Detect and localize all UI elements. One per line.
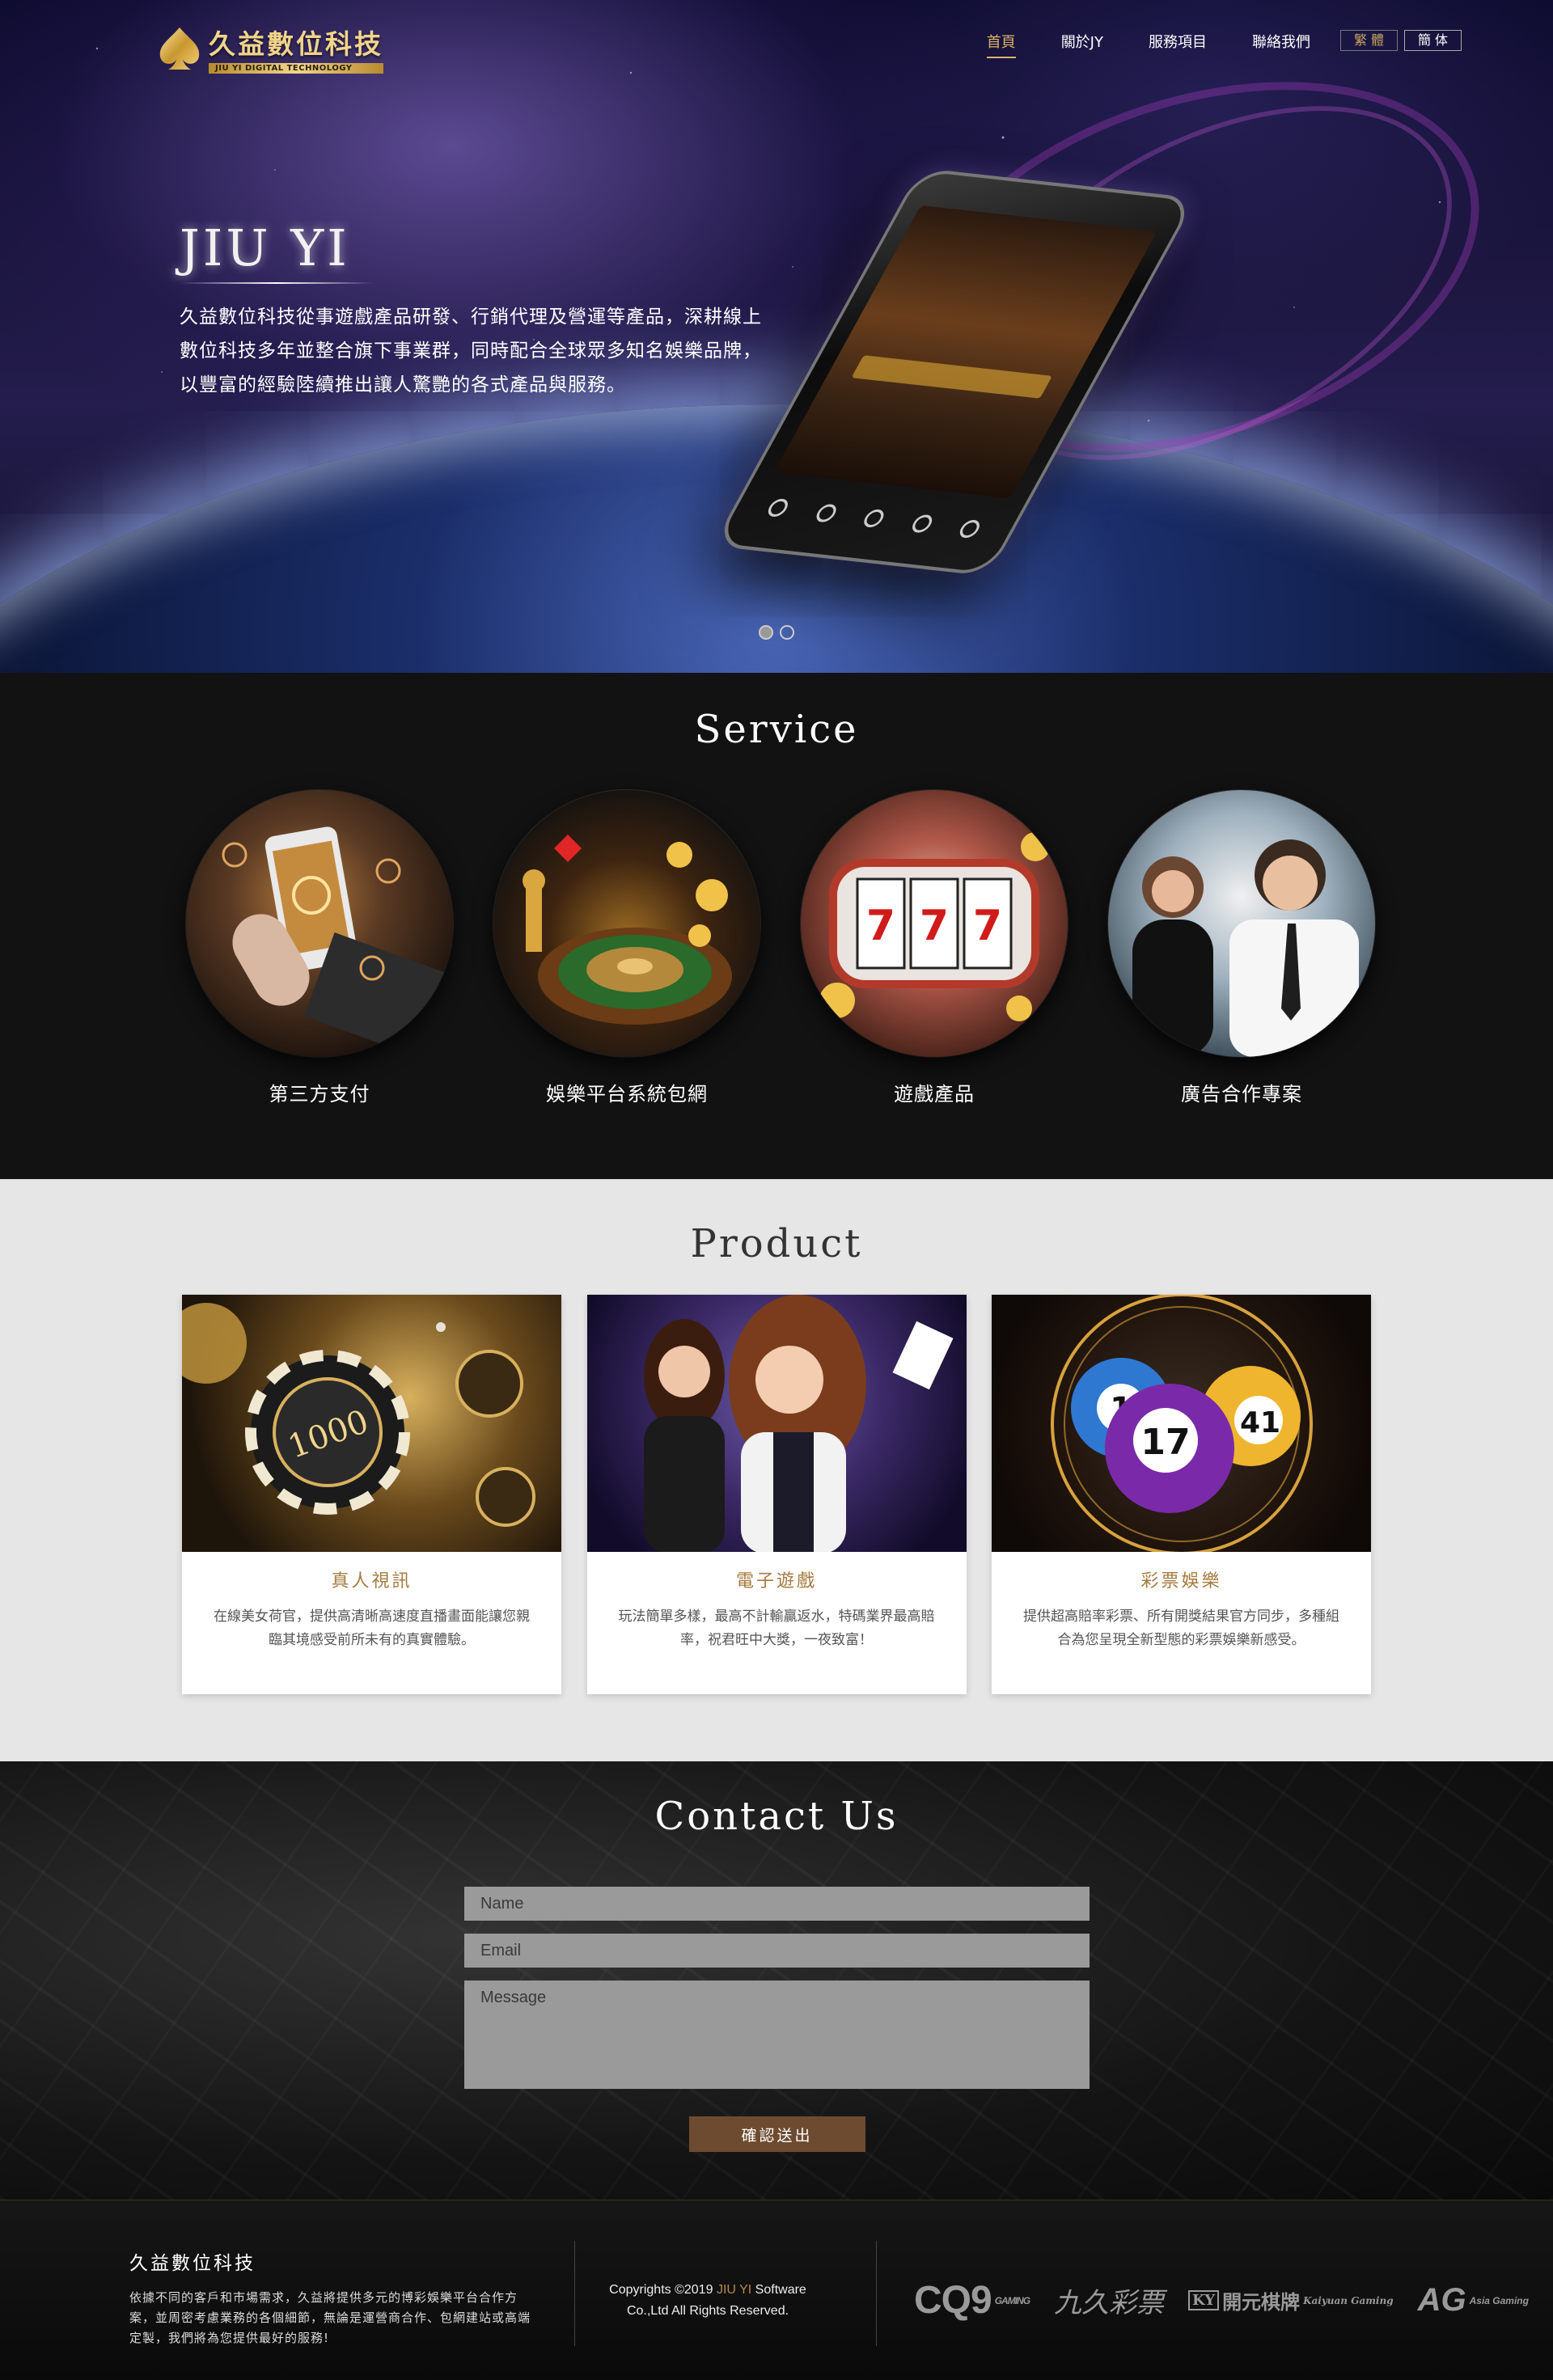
casino-chip-image: 1000: [182, 1295, 561, 1552]
email-input[interactable]: [464, 1934, 1090, 1968]
product-description: 玩法簡單多樣，最高不計輸贏返水，特碼業界最高賠率，祝君旺中大獎，一夜致富！: [618, 1609, 935, 1648]
lang-traditional-button[interactable]: 繁 體: [1340, 30, 1398, 51]
lottery-balls-image: 1 41 17: [992, 1295, 1371, 1552]
product-title: Product: [690, 1221, 863, 1266]
svg-text:7: 7: [973, 902, 1002, 950]
partner-sub: Asia Gaming: [1469, 2294, 1529, 2306]
carousel-dot-1[interactable]: [759, 625, 773, 640]
site-header: 久益數位科技 JIU YI DIGITAL TECHNOLOGY 首頁 關於JY…: [0, 0, 1553, 81]
copyright-line2: Co.,Ltd All Rights Reserved.: [626, 2304, 789, 2318]
carousel-dot-2[interactable]: [780, 625, 794, 640]
hero-banner: 久益數位科技 JIU YI DIGITAL TECHNOLOGY 首頁 關於JY…: [0, 0, 1553, 673]
name-input[interactable]: [464, 1887, 1090, 1921]
copyright-prefix: Copyrights ©2019: [609, 2283, 713, 2297]
service-item-games[interactable]: 7 7 7 遊戲產品: [801, 790, 1068, 1106]
svg-text:7: 7: [866, 902, 895, 950]
jiujiu-lottery-logo: 九久彩票: [1054, 2281, 1164, 2320]
business-people-icon: [1108, 790, 1375, 1057]
product-card-live[interactable]: 1000 真人視訊 在線美女荷官，提供高清晰高速度直播畫面能讓您親臨其境感受前所…: [182, 1295, 561, 1694]
hero-description-line: 數位科技多年並整合旗下事業群，同時配合全球眾多知名娛樂品牌，: [180, 340, 762, 361]
roulette-icon: [493, 790, 760, 1057]
service-label: 遊戲產品: [894, 1083, 975, 1105]
partner-sub: GAMING: [994, 2294, 1030, 2306]
product-name: 真人視訊: [331, 1571, 413, 1592]
mobile-payment-icon: [186, 790, 453, 1057]
nav-item-services[interactable]: 服務項目: [1149, 31, 1207, 58]
message-textarea[interactable]: [464, 1981, 1090, 2089]
nav-item-home[interactable]: 首頁: [986, 31, 1016, 58]
service-item-advertising[interactable]: 廣告合作專案: [1108, 790, 1375, 1106]
hero-title: JIU YI: [180, 218, 350, 277]
spade-logo-icon: [154, 24, 205, 73]
partner-logos: CQ9 GAMING 九久彩票 KY 開元棋牌 Kaiyuan Gaming A…: [914, 2278, 1529, 2323]
service-list: 第三方支付 娛樂平台系統包網 7 7 7 遊戲產品 廣告合作專案: [186, 790, 1375, 1106]
copyright-suffix: Software: [755, 2283, 806, 2297]
game-characters-image: [586, 1295, 967, 1552]
partner-name: 九久彩票: [1054, 2287, 1165, 2319]
kaiyuan-gaming-logo: KY 開元棋牌 Kaiyuan Gaming: [1188, 2286, 1394, 2314]
product-card-slots[interactable]: 電子遊戲 玩法簡單多樣，最高不計輸贏返水，特碼業界最高賠率，祝君旺中大獎，一夜致…: [586, 1295, 967, 1694]
footer-divider: [876, 2241, 877, 2346]
partner-name: CQ9: [914, 2279, 992, 2322]
hero-title-underline: [180, 282, 374, 284]
phone-buttons: [761, 497, 984, 545]
partner-name: 開元棋牌: [1222, 2290, 1301, 2314]
product-name: 電子遊戲: [735, 1571, 817, 1592]
hero-description: 久益數位科技從事遊戲產品研發、行銷代理及營運等產品，深耕線上 數位科技多年並整合…: [180, 300, 794, 402]
product-name: 彩票娛樂: [1140, 1571, 1222, 1592]
hero-description-line: 以豐富的經驗陸續推出讓人驚艷的各式產品與服務。: [180, 374, 626, 395]
footer-about-text: 依據不同的客戶和市場需求，久益將提供多元的博彩娛樂平台合作方案，並周密考慮業務的…: [129, 2290, 531, 2345]
contact-title: Contact Us: [654, 1794, 899, 1839]
copyright: Copyrights ©2019 JIU YI Software Co.,Ltd…: [595, 2280, 821, 2322]
contact-form: 確認送出: [464, 1887, 1090, 2152]
product-description: 提供超高賠率彩票、所有開獎結果官方同步，多種組合為您呈現全新型態的彩票娛樂新感受…: [1023, 1609, 1339, 1648]
service-label: 廣告合作專案: [1181, 1083, 1302, 1105]
footer-divider: [574, 2241, 575, 2346]
site-footer: 久益數位科技 依據不同的客戶和市場需求，久益將提供多元的博彩娛樂平台合作方案，並…: [0, 2200, 1553, 2380]
nav-item-about[interactable]: 關於JY: [1061, 31, 1103, 58]
submit-button[interactable]: 確認送出: [688, 2116, 865, 2152]
service-title: Service: [694, 707, 859, 752]
footer-brand-name: 久益數位科技: [129, 2253, 256, 2274]
nav-item-contact[interactable]: 聯絡我們: [1252, 31, 1310, 58]
product-description: 在線美女荷官，提供高清晰高速度直播畫面能讓您親臨其境感受前所未有的真實體驗。: [214, 1609, 530, 1648]
logo-english-name: JIU YI DIGITAL TECHNOLOGY: [209, 63, 383, 74]
hero-description-line: 久益數位科技從事遊戲產品研發、行銷代理及營運等產品，深耕線上: [180, 306, 762, 328]
product-section: Product 1000 真人視訊 在線美女荷官，提供高清晰高速度直播畫面能讓您…: [0, 1179, 1553, 1761]
product-card-lottery[interactable]: 1 41 17 彩票娛樂 提供超高賠率彩票、所有開獎結果官方同步，多種組合為您呈…: [992, 1295, 1371, 1694]
main-nav: 首頁 關於JY 服務項目 聯絡我們: [986, 31, 1310, 58]
hero-copy: JIU YI 久益數位科技從事遊戲產品研發、行銷代理及營運等產品，深耕線上 數位…: [180, 218, 794, 402]
copyright-brand: JIU YI: [716, 2283, 752, 2297]
site-logo[interactable]: 久益數位科技 JIU YI DIGITAL TECHNOLOGY: [154, 23, 383, 74]
cq9-logo: CQ9 GAMING: [914, 2278, 1030, 2323]
logo-chinese-name: 久益數位科技: [209, 28, 383, 60]
service-item-payment[interactable]: 第三方支付: [186, 790, 453, 1106]
partner-name: AG: [1417, 2282, 1466, 2318]
slot-machine-icon: 7 7 7: [801, 790, 1068, 1057]
language-switcher: 繁 體 簡 体: [1340, 30, 1462, 51]
partner-sub: Kaiyuan Gaming: [1303, 2294, 1394, 2306]
contact-section: Contact Us 確認送出: [0, 1761, 1553, 2200]
asia-gaming-logo: AG Asia Gaming: [1418, 2282, 1529, 2319]
svg-text:7: 7: [920, 902, 949, 950]
lottery-ball-number: 17: [1140, 1422, 1190, 1463]
service-label: 娛樂平台系統包網: [546, 1083, 708, 1105]
service-item-platform[interactable]: 娛樂平台系統包網: [493, 790, 760, 1106]
partner-mark: KY: [1188, 2290, 1220, 2310]
lottery-ball-number: 41: [1240, 1406, 1280, 1439]
footer-about: 久益數位科技 依據不同的客戶和市場需求，久益將提供多元的博彩娛樂平台合作方案，並…: [129, 2247, 542, 2348]
lang-simplified-button[interactable]: 簡 体: [1404, 30, 1462, 51]
carousel-dots: [759, 625, 794, 640]
service-section: Service 第三方支付 娛樂平台系統包網 7 7 7 遊戲產品 廣告合作專案: [0, 673, 1553, 1179]
product-list: 1000 真人視訊 在線美女荷官，提供高清晰高速度直播畫面能讓您親臨其境感受前所…: [182, 1295, 1371, 1694]
service-label: 第三方支付: [269, 1083, 370, 1105]
